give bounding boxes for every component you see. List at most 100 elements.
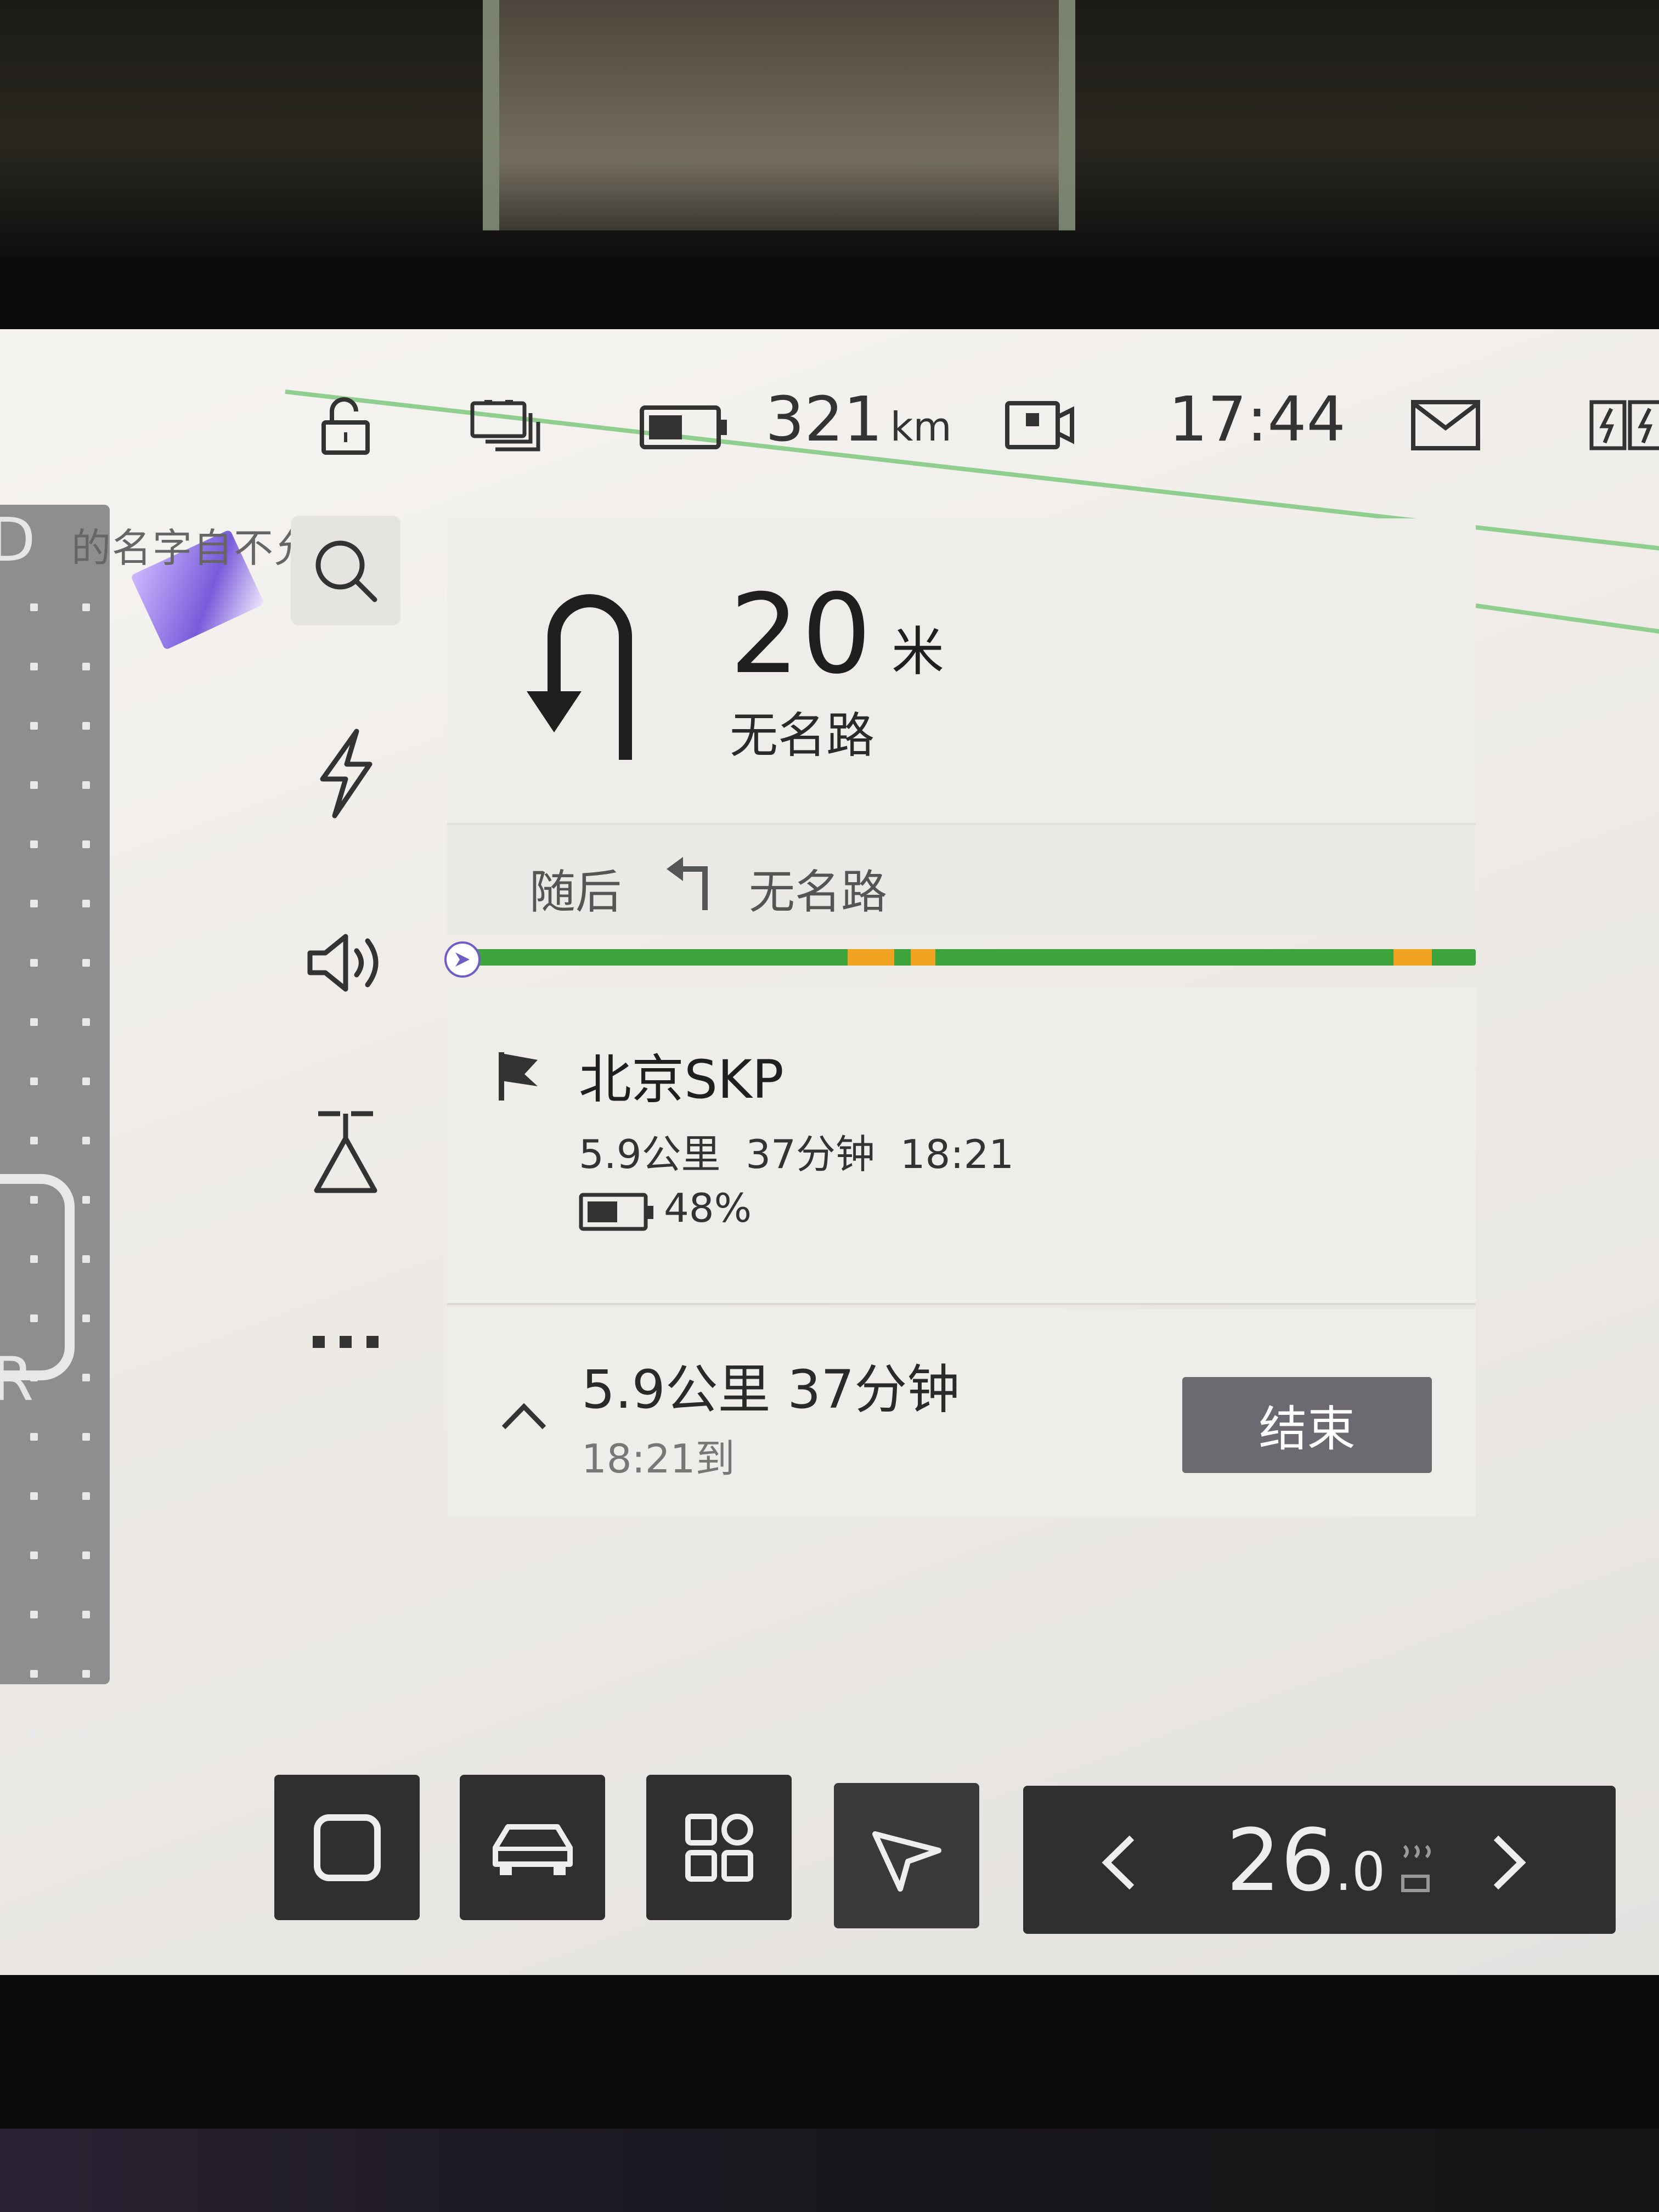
turn-left-icon bbox=[667, 857, 708, 910]
strip-dot bbox=[30, 1077, 38, 1085]
strip-dot bbox=[30, 959, 38, 967]
flag-icon bbox=[499, 1052, 538, 1101]
strip-dot bbox=[30, 663, 38, 670]
strip-dot bbox=[82, 900, 90, 907]
strip-dot bbox=[82, 1018, 90, 1026]
route-preference-icon bbox=[314, 1111, 377, 1193]
strip-dot bbox=[30, 1018, 38, 1026]
temperature-int: 26 bbox=[1226, 1810, 1335, 1910]
chevron-up-icon[interactable] bbox=[499, 1399, 549, 1432]
strip-dot bbox=[30, 1196, 38, 1204]
strip-dot bbox=[82, 959, 90, 967]
strip-dot bbox=[30, 1314, 38, 1322]
next-road-name: 无名路 bbox=[749, 865, 888, 919]
arrival-battery-percent: 48% bbox=[664, 1185, 752, 1231]
navigation-icon bbox=[872, 1831, 941, 1892]
home-square-icon bbox=[313, 1814, 381, 1881]
strip-dot bbox=[30, 1137, 38, 1144]
destination-distance: 5.9公里 bbox=[579, 1131, 721, 1177]
strip-dot bbox=[30, 1670, 38, 1678]
temperature-readout: 26.0 bbox=[1226, 1810, 1385, 1910]
strip-dot bbox=[30, 900, 38, 907]
search-button[interactable] bbox=[291, 516, 400, 625]
summary-duration: 37分钟 bbox=[787, 1359, 960, 1420]
route-preference-button[interactable] bbox=[291, 1097, 400, 1207]
turn-guidance-card[interactable]: 20 米 无名路 bbox=[447, 518, 1476, 823]
apps-grid-icon bbox=[685, 1813, 753, 1882]
strip-dot bbox=[30, 840, 38, 848]
route-summary-card[interactable]: 5.9公里 37分钟 18:21到 结束 bbox=[447, 1308, 1476, 1517]
strip-dot bbox=[30, 1255, 38, 1263]
strip-dot bbox=[30, 1492, 38, 1500]
strip-dot bbox=[82, 722, 90, 730]
dashcam-icon[interactable] bbox=[1004, 398, 1075, 453]
strip-dot bbox=[82, 1077, 90, 1085]
car-outline-icon bbox=[0, 1174, 75, 1380]
dashboard-trim bbox=[0, 2129, 1659, 2212]
temperature-dec: .0 bbox=[1335, 1841, 1386, 1903]
infotainment-screen: 321 km 17:44 D R 的名字自不允不 20 米 无名路 随后 无名路… bbox=[0, 329, 1659, 1975]
strip-dot bbox=[30, 781, 38, 789]
battery-pack-icon[interactable] bbox=[469, 398, 543, 453]
next-label: 随后 bbox=[529, 865, 622, 919]
summary-distance-duration: 5.9公里 37分钟 bbox=[582, 1347, 960, 1423]
strip-dot bbox=[82, 603, 90, 611]
traffic-slow-segment bbox=[1393, 949, 1432, 966]
destination-card[interactable]: 北京SKP 5.9公里 37分钟 18:21 48% bbox=[447, 988, 1476, 1305]
range-value: 321 bbox=[765, 384, 883, 455]
charging-stations-button[interactable] bbox=[291, 719, 400, 828]
range-unit: km bbox=[890, 404, 952, 450]
search-icon bbox=[315, 540, 377, 602]
more-icon bbox=[313, 1336, 379, 1348]
car-icon bbox=[492, 1824, 573, 1875]
strip-dot bbox=[30, 1729, 38, 1737]
strip-dot bbox=[30, 1551, 38, 1559]
strip-dot bbox=[82, 1137, 90, 1144]
traffic-slow-segment bbox=[848, 949, 894, 966]
strip-dot bbox=[30, 1374, 38, 1381]
summary-distance: 5.9公里 bbox=[582, 1359, 771, 1420]
strip-dot bbox=[30, 1611, 38, 1618]
strip-dot bbox=[82, 1255, 90, 1263]
more-button[interactable] bbox=[291, 1286, 400, 1396]
strip-dot bbox=[82, 1196, 90, 1204]
navigation-button[interactable] bbox=[834, 1783, 979, 1928]
turn-distance-unit: 米 bbox=[891, 621, 944, 682]
destination-duration: 37分钟 bbox=[746, 1131, 875, 1177]
strip-dot bbox=[82, 1670, 90, 1678]
unlock-icon[interactable] bbox=[315, 395, 376, 455]
seat-heat-icon[interactable] bbox=[1396, 1838, 1435, 1898]
strip-dot bbox=[82, 1433, 90, 1441]
strip-dot bbox=[82, 1492, 90, 1500]
destination-arrival: 18:21 bbox=[900, 1131, 1014, 1177]
home-button[interactable] bbox=[274, 1775, 420, 1920]
charging-icon[interactable] bbox=[1588, 398, 1659, 453]
strip-dot bbox=[82, 1729, 90, 1737]
lightning-icon bbox=[320, 729, 373, 819]
strip-dot bbox=[30, 603, 38, 611]
destination-meta: 5.9公里 37分钟 18:21 bbox=[579, 1122, 1014, 1180]
next-maneuver-row: 随后 无名路 bbox=[447, 823, 1476, 935]
strip-dot bbox=[82, 781, 90, 789]
volume-button[interactable] bbox=[291, 908, 400, 1018]
apps-button[interactable] bbox=[646, 1775, 792, 1920]
traffic-slow-segment bbox=[911, 949, 935, 966]
range-readout: 321 km bbox=[765, 384, 952, 455]
volume-icon bbox=[307, 934, 379, 992]
strip-dot bbox=[82, 1374, 90, 1381]
temp-increase-icon[interactable] bbox=[1489, 1832, 1528, 1893]
gear-strip[interactable]: D R bbox=[0, 505, 110, 1737]
current-road-name: 无名路 bbox=[730, 707, 875, 764]
destination-name: 北京SKP bbox=[579, 1049, 784, 1110]
mail-icon[interactable] bbox=[1410, 398, 1481, 453]
u-turn-icon bbox=[527, 594, 632, 760]
clock: 17:44 bbox=[1169, 384, 1346, 455]
end-navigation-button[interactable]: 结束 bbox=[1182, 1377, 1432, 1473]
vehicle-button[interactable] bbox=[460, 1775, 605, 1920]
strip-dot bbox=[82, 1551, 90, 1559]
strip-dot bbox=[30, 1433, 38, 1441]
windshield-reflection bbox=[483, 0, 1075, 230]
strip-dot bbox=[82, 663, 90, 670]
temp-decrease-icon[interactable] bbox=[1100, 1832, 1138, 1893]
vehicle-arrow-icon bbox=[455, 952, 470, 967]
